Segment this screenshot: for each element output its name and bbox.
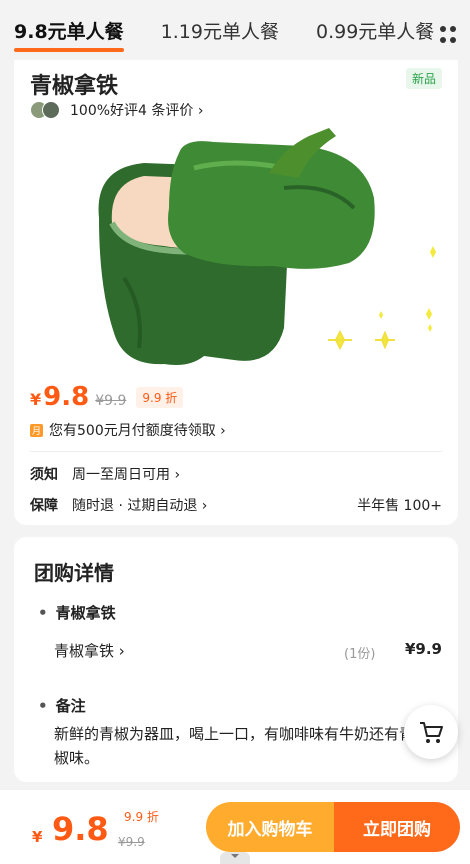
- cart-icon: [420, 722, 443, 743]
- chevron-down-icon: [231, 854, 239, 858]
- more-icon[interactable]: [440, 26, 458, 44]
- category-tabs: 9.8元单人餐 1.19元单人餐 0.99元单人餐: [0, 0, 470, 60]
- group-buy-details: 团购详情 青椒拿铁 青椒拿铁 › (1份) ¥9.9 备注 新鲜的青椒为器皿，喝…: [14, 537, 458, 782]
- credit-offer[interactable]: 月 您有500元月付额度待领取 ›: [30, 420, 226, 440]
- current-price: 9.8: [43, 382, 90, 412]
- guarantee-label: 保障: [30, 498, 58, 514]
- notice-label: 须知: [30, 467, 58, 483]
- sold-count: 半年售 100+: [357, 498, 442, 514]
- rating-text: 100%好评4 条评价 ›: [70, 103, 204, 119]
- item-name[interactable]: 青椒拿铁 ›: [54, 640, 125, 661]
- section-title: 团购详情: [34, 561, 114, 585]
- buy-now-button[interactable]: 立即团购: [334, 802, 460, 852]
- drawer-handle[interactable]: [220, 852, 250, 864]
- bottom-price-symbol: ¥: [32, 828, 43, 846]
- reviewer-avatars: [30, 101, 64, 119]
- credit-icon: 月: [30, 423, 43, 437]
- tab-1-19-single-meal[interactable]: 1.19元单人餐: [161, 17, 279, 44]
- credit-text: 您有500元月付额度待领取 ›: [49, 423, 226, 439]
- guarantee-value: 随时退 · 过期自动退 ›: [72, 498, 208, 514]
- price-row: ¥ 9.8 ¥9.9 9.9 折: [30, 382, 184, 412]
- divider: [30, 451, 442, 452]
- note-text: 新鲜的青椒为器皿，喝上一口，有咖啡味有牛奶还有青椒味。: [54, 725, 415, 767]
- note-label: 备注: [38, 695, 86, 716]
- discount-badge: 9.9 折: [136, 386, 184, 408]
- tab-0-99-single-meal[interactable]: 0.99元单人餐: [316, 17, 434, 44]
- notice-value: 周一至周日可用 ›: [72, 467, 181, 483]
- guarantee-row[interactable]: 保障 随时退 · 过期自动退 ›: [30, 495, 207, 515]
- new-badge: 新品: [405, 68, 442, 89]
- product-title: 青椒拿铁: [30, 74, 119, 99]
- tab-9-8-single-meal[interactable]: 9.8元单人餐: [14, 17, 124, 52]
- original-price: ¥9.9: [95, 393, 127, 409]
- sparkle-icon: [328, 246, 436, 351]
- item-price: ¥9.9: [404, 640, 442, 658]
- bottom-price: 9.8: [52, 810, 109, 848]
- rating-row[interactable]: 100%好评4 条评价 ›: [30, 100, 203, 120]
- group-label: 青椒拿铁: [38, 602, 116, 623]
- bottom-discount: 9.9 折: [124, 810, 159, 824]
- product-card: 青椒拿铁 新品 100%好评4 条评价 › ¥ 9.8 ¥9.9 9.9 折 月…: [14, 60, 458, 525]
- price-symbol: ¥: [30, 390, 42, 409]
- bottom-original-price: ¥9.9: [118, 835, 145, 849]
- notice-row[interactable]: 须知 周一至周日可用 ›: [30, 464, 180, 484]
- item-quantity: (1份): [344, 647, 376, 662]
- cart-button[interactable]: [404, 705, 458, 759]
- add-to-cart-button[interactable]: 加入购物车: [206, 802, 334, 852]
